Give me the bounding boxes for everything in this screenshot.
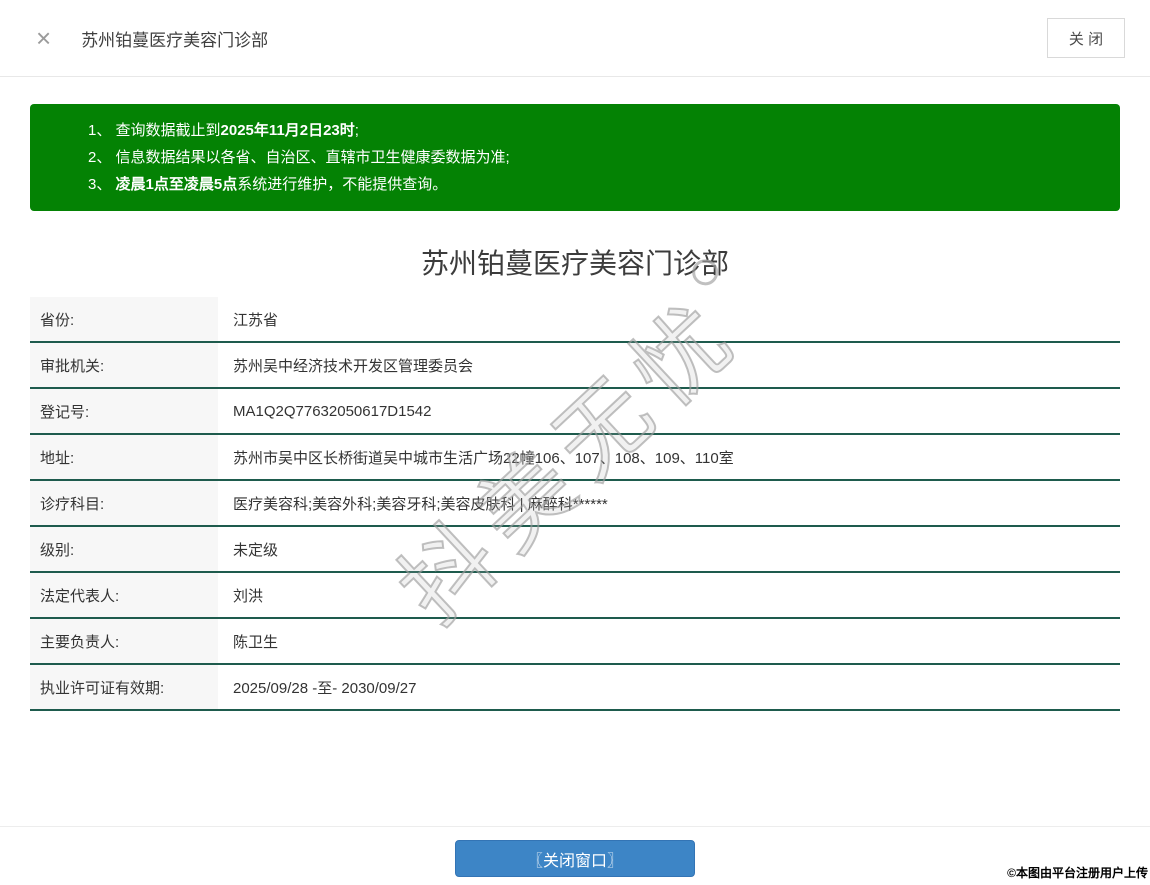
row-label: 登记号: [30, 389, 218, 433]
header-close-button[interactable]: 关 闭 [1047, 18, 1125, 58]
table-row: 地址: 苏州市吴中区长桥街道吴中城市生活广场22幢106、107、108、109、… [30, 435, 1120, 481]
detail-table: 省份: 江苏省 审批机关: 苏州吴中经济技术开发区管理委员会 登记号: MA1Q2Q776… [30, 297, 1120, 711]
notice-text-segment: 系统进行维护，不能提供查询。 [237, 176, 448, 193]
row-value: 未定级 [233, 541, 279, 559]
notice-text-segment: 2025年11月2日23时 [220, 122, 355, 139]
header-title: 苏州铂蔓医疗美容门诊部 [81, 30, 269, 50]
notice-box: 1、 查询数据截止到2025年11月2日23时; 2、 信息数据结果以各省、自治区… [30, 104, 1120, 211]
notice-text-segment: 3、 [88, 176, 116, 193]
header-bar: × 苏州铂蔓医疗美容门诊部 关 闭 [0, 0, 1150, 77]
row-value: 2025/09/28 -至- 2030/09/27 [233, 679, 417, 697]
notice-line: 3、 凌晨1点至凌晨5点系统进行维护，不能提供查询。 [88, 171, 1100, 198]
row-label: 审批机关: [30, 343, 218, 387]
row-value: 苏州吴中经济技术开发区管理委员会 [233, 357, 474, 375]
table-row: 级别: 未定级 [30, 527, 1120, 573]
table-row: 省份: 江苏省 [30, 297, 1120, 343]
close-window-button[interactable]: 〖关闭窗口〗 [455, 840, 695, 877]
footer-divider [0, 826, 1150, 827]
notice-text-segment: 1、 查询数据截止到 [88, 122, 221, 139]
table-row: 法定代表人: 刘洪 [30, 573, 1120, 619]
notice-text-segment: 凌晨1点至凌晨5点 [115, 176, 238, 193]
table-row: 执业许可证有效期: 2025/09/28 -至- 2030/09/27 [30, 665, 1120, 711]
row-label: 执业许可证有效期: [30, 665, 218, 709]
row-label: 级别: [30, 527, 218, 571]
notice-line: 2、 信息数据结果以各省、自治区、直辖市卫生健康委数据为准; [88, 144, 1100, 171]
row-label: 地址: [30, 435, 218, 479]
row-label: 省份: [30, 297, 218, 341]
close-icon[interactable]: × [36, 25, 51, 51]
table-row: 主要负责人: 陈卫生 [30, 619, 1120, 665]
facility-title: 苏州铂蔓医疗美容门诊部 [420, 248, 729, 279]
row-label: 诊疗科目: [30, 481, 218, 525]
row-label: 法定代表人: [30, 573, 218, 617]
row-value: MA1Q2Q77632050617D1542 [233, 402, 432, 420]
row-label: 主要负责人: [30, 619, 218, 663]
table-row: 诊疗科目: 医疗美容科;美容外科;美容牙科;美容皮肤科 | 麻醉科****** [30, 481, 1120, 527]
table-row: 审批机关: 苏州吴中经济技术开发区管理委员会 [30, 343, 1120, 389]
notice-text-segment: ; [354, 122, 359, 139]
row-value: 刘洪 [233, 587, 264, 605]
notice-text-segment: 2、 信息数据结果以各省、自治区、直辖市卫生健康委数据为准; [88, 149, 510, 166]
row-value: 医疗美容科;美容外科;美容牙科;美容皮肤科 | 麻醉科****** [233, 495, 608, 513]
notice-line: 1、 查询数据截止到2025年11月2日23时; [88, 117, 1100, 144]
row-value: 陈卫生 [233, 633, 279, 651]
row-value: 苏州市吴中区长桥街道吴中城市生活广场22幢106、107、108、109、110… [233, 449, 734, 467]
copyright-watermark: ©本图由平台注册用户上传 [1007, 866, 1148, 880]
table-row: 登记号: MA1Q2Q77632050617D1542 [30, 389, 1120, 435]
row-value: 江苏省 [233, 311, 279, 329]
